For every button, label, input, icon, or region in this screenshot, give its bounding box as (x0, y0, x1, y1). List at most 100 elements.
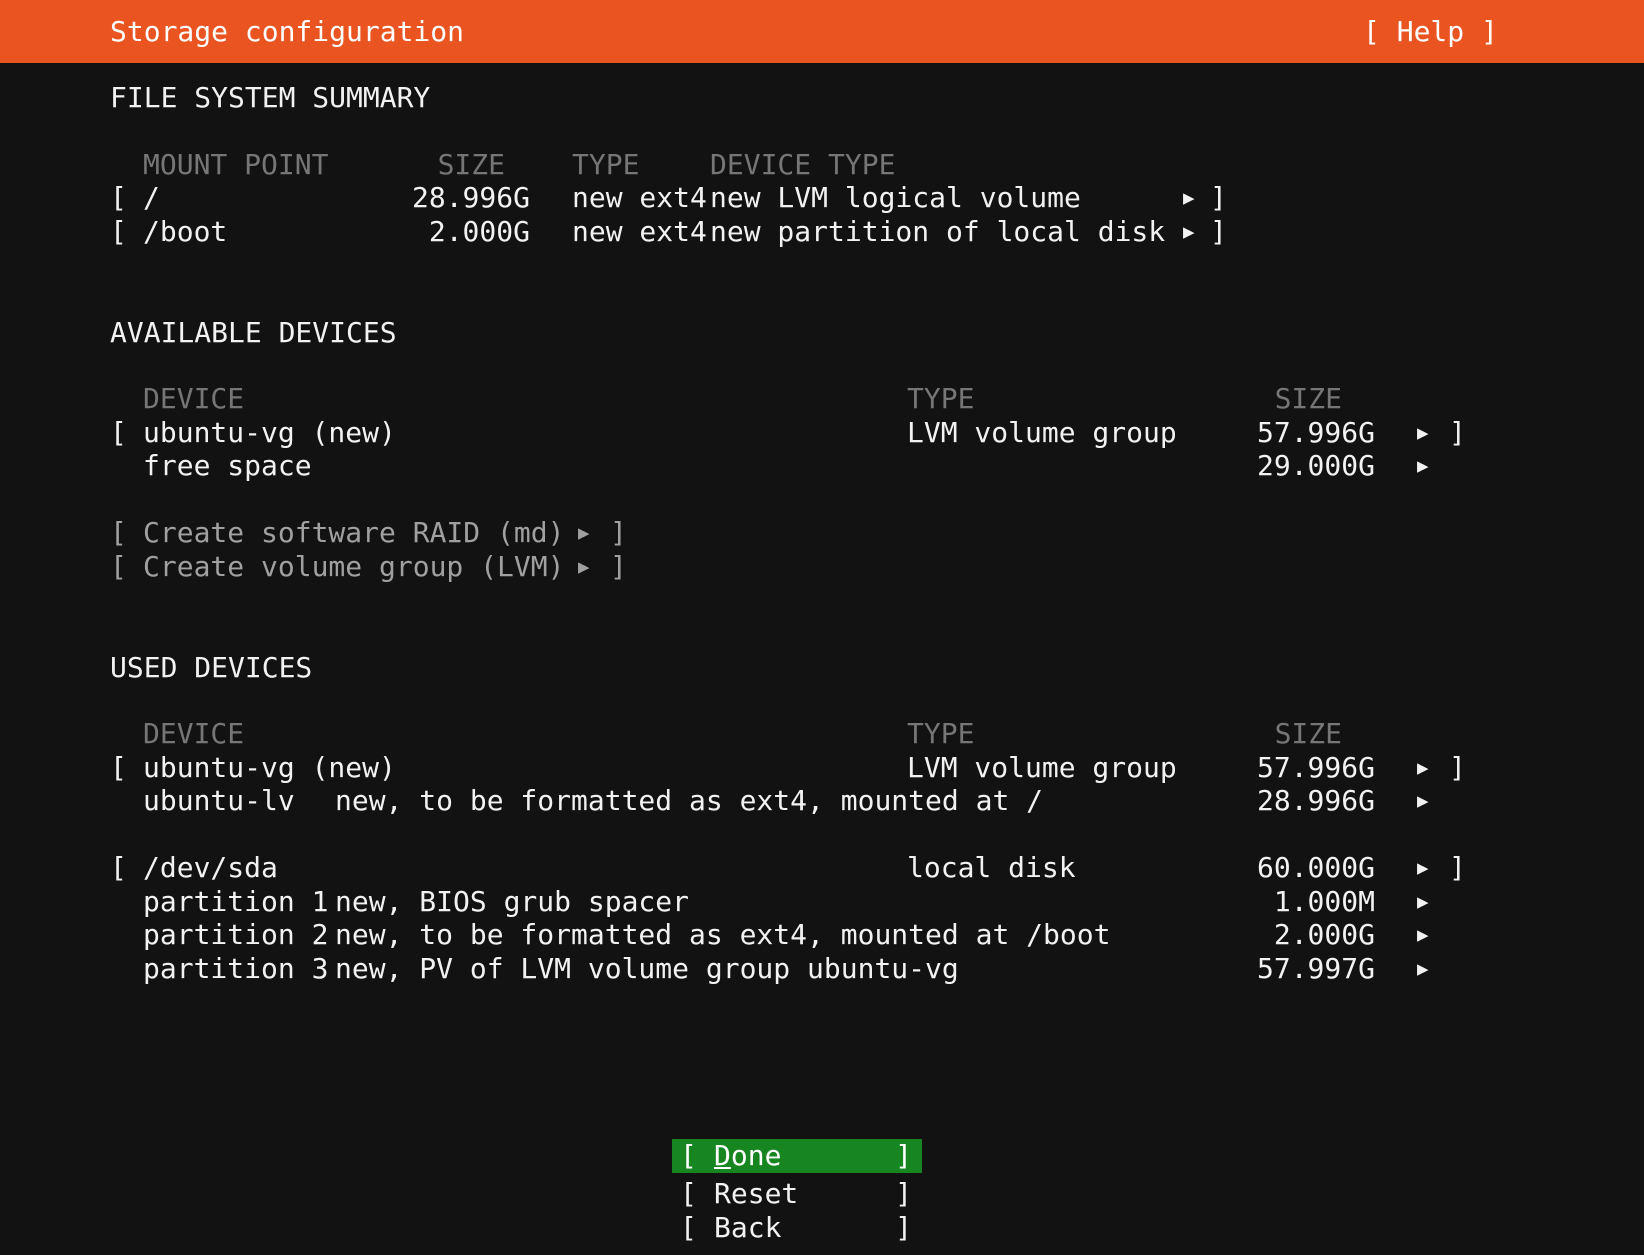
bracket-left: [ (680, 1211, 697, 1244)
col-device-type: DEVICE TYPE (710, 148, 896, 181)
bracket-right: ] (1210, 181, 1227, 214)
fs-summary-column-headers: MOUNT POINT SIZE TYPE DEVICE TYPE (0, 148, 1644, 182)
device-description: new, BIOS grub spacer (335, 885, 690, 918)
back-button-label: Back (714, 1211, 782, 1244)
back-button[interactable]: [ Back ] (672, 1211, 922, 1245)
storage-configuration-screen: Storage configuration [ Help ] FILE SYST… (0, 0, 1644, 1255)
used-row-partition-2[interactable]: partition 2 new, to be formatted as ext4… (0, 918, 1644, 952)
used-row-partition-1[interactable]: partition 1 new, BIOS grub spacer 1.000M… (0, 885, 1644, 919)
used-devices-column-headers: DEVICE TYPE SIZE (0, 717, 1644, 751)
col-device: DEVICE (143, 382, 245, 415)
page-title: Storage configuration (110, 15, 465, 48)
reset-button-label: Reset (714, 1177, 799, 1210)
expand-arrow-icon: ▶ (578, 522, 590, 544)
bracket-left: [ (110, 181, 127, 214)
bracket-left: [ (110, 550, 127, 583)
bracket-right: ] (1449, 751, 1466, 784)
device-size: 57.996G (1256, 751, 1375, 784)
device-type: local disk (907, 851, 1076, 884)
bracket-left: [ (680, 1177, 697, 1210)
expand-arrow-icon: ▶ (1417, 422, 1429, 444)
available-devices-section-title: AVAILABLE DEVICES (110, 316, 397, 349)
done-button-label: Done (714, 1139, 782, 1172)
device-size: 57.997G (1256, 952, 1375, 985)
device-row-free-space[interactable]: free space 29.000G ▶ (0, 449, 1644, 483)
device-size: 29.000G (1256, 449, 1375, 482)
size: 2.000G (428, 215, 530, 248)
expand-arrow-icon: ▶ (1417, 924, 1429, 946)
bracket-right: ] (1210, 215, 1227, 248)
used-row-partition-3[interactable]: partition 3 new, PV of LVM volume group … (0, 952, 1644, 986)
expand-arrow-icon: ▶ (1417, 958, 1429, 980)
help-button[interactable]: [ Help ] (1363, 0, 1498, 63)
expand-arrow-icon: ▶ (1417, 790, 1429, 812)
device-size: 57.996G (1256, 416, 1375, 449)
bracket-left: [ (110, 416, 127, 449)
expand-arrow-icon: ▶ (1417, 891, 1429, 913)
expand-arrow-icon: ▶ (1183, 221, 1195, 243)
expand-arrow-icon: ▶ (1417, 857, 1429, 879)
bracket-left: [ (110, 751, 127, 784)
action-label: Create software RAID (md) (143, 516, 565, 549)
fs-type: new ext4 (572, 215, 707, 248)
used-devices-section-title: USED DEVICES (110, 651, 313, 684)
device-name: ubuntu-vg (new) (143, 416, 396, 449)
fs-row-root[interactable]: [ / 28.996G new ext4 new LVM logical vol… (0, 181, 1644, 215)
available-devices-column-headers: DEVICE TYPE SIZE (0, 382, 1644, 416)
device-type: new partition of local disk (710, 215, 1166, 248)
bracket-right: ] (1449, 851, 1466, 884)
device-row-ubuntu-vg[interactable]: [ ubuntu-vg (new) LVM volume group 57.99… (0, 416, 1644, 450)
bracket-left: [ (110, 516, 127, 549)
bracket-left: [ (110, 851, 127, 884)
device-name: partition 1 (143, 885, 329, 918)
used-row-ubuntu-vg[interactable]: [ ubuntu-vg (new) LVM volume group 57.99… (0, 751, 1644, 785)
device-description: new, PV of LVM volume group ubuntu-vg (335, 952, 959, 985)
col-device: DEVICE (143, 717, 245, 750)
bracket-left: [ (110, 215, 127, 248)
bracket-right: ] (1449, 416, 1466, 449)
col-size: SIZE (1274, 382, 1342, 415)
device-type: LVM volume group (907, 751, 1177, 784)
used-row-dev-sda[interactable]: [ /dev/sda local disk 60.000G ▶ ] (0, 851, 1644, 885)
action-create-volume-group[interactable]: [ Create volume group (LVM) ▶ ] (0, 550, 1644, 584)
device-name: /dev/sda (143, 851, 278, 884)
device-description: new, to be formatted as ext4, mounted at… (335, 784, 1044, 817)
expand-arrow-icon: ▶ (1183, 187, 1195, 209)
device-name: partition 3 (143, 952, 329, 985)
device-type: new LVM logical volume (710, 181, 1081, 214)
col-mount-point: MOUNT POINT (143, 148, 329, 181)
col-type: TYPE (572, 148, 640, 181)
bracket-right: ] (895, 1211, 912, 1244)
size: 28.996G (411, 181, 530, 214)
bracket-right: ] (895, 1177, 912, 1210)
col-type: TYPE (907, 382, 975, 415)
reset-button[interactable]: [ Reset ] (672, 1177, 922, 1211)
bracket-left: [ (680, 1139, 697, 1172)
used-row-ubuntu-lv[interactable]: ubuntu-lv new, to be formatted as ext4, … (0, 784, 1644, 818)
device-size: 60.000G (1256, 851, 1375, 884)
device-name: partition 2 (143, 918, 329, 951)
device-name: ubuntu-lv (143, 784, 295, 817)
device-type: LVM volume group (907, 416, 1177, 449)
bracket-right: ] (610, 550, 627, 583)
action-create-software-raid[interactable]: [ Create software RAID (md) ▶ ] (0, 516, 1644, 550)
bracket-right: ] (895, 1139, 912, 1172)
bracket-right: ] (610, 516, 627, 549)
done-button[interactable]: [ Done ] (672, 1139, 922, 1173)
fs-type: new ext4 (572, 181, 707, 214)
action-label: Create volume group (LVM) (143, 550, 565, 583)
col-type: TYPE (907, 717, 975, 750)
mount-point: / (143, 181, 160, 214)
fs-row-boot[interactable]: [ /boot 2.000G new ext4 new partition of… (0, 215, 1644, 249)
device-size: 1.000M (1273, 885, 1375, 918)
device-name: ubuntu-vg (new) (143, 751, 396, 784)
fs-summary-section-title: FILE SYSTEM SUMMARY (110, 81, 431, 114)
col-size: SIZE (1274, 717, 1342, 750)
mount-point: /boot (143, 215, 228, 248)
device-description: new, to be formatted as ext4, mounted at… (335, 918, 1111, 951)
device-name: free space (143, 449, 312, 482)
expand-arrow-icon: ▶ (1417, 455, 1429, 477)
col-size: SIZE (437, 148, 505, 181)
expand-arrow-icon: ▶ (578, 556, 590, 578)
title-bar: Storage configuration [ Help ] (0, 0, 1644, 63)
